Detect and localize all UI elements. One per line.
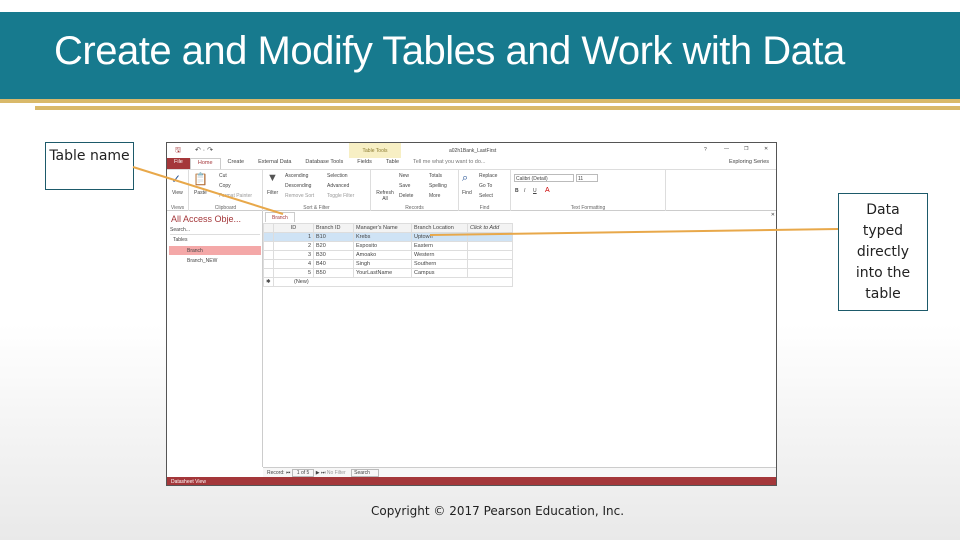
pointer-line [429, 228, 839, 236]
callout-lines [132, 166, 839, 236]
pointer-line [132, 166, 284, 215]
copyright: Copyright © 2017 Pearson Education, Inc. [370, 504, 625, 518]
